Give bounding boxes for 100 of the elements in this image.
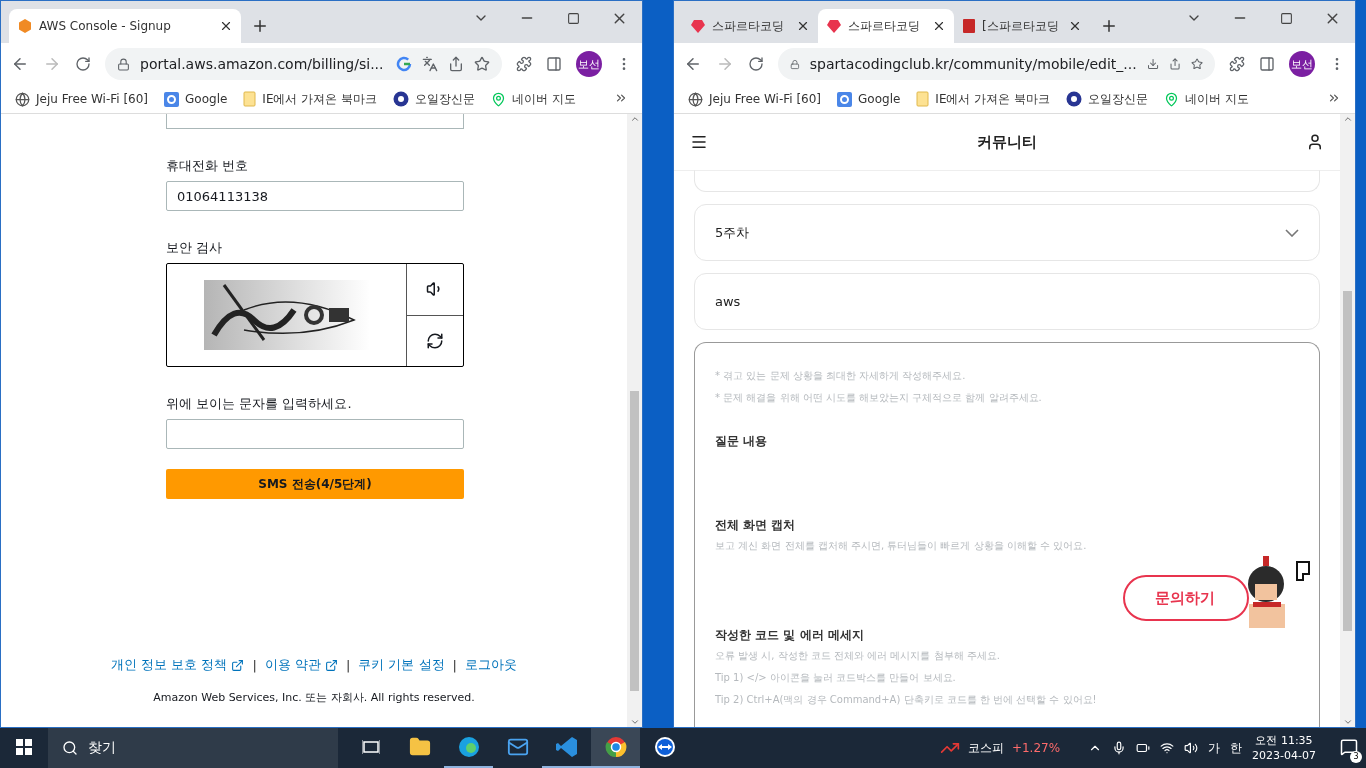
translate-icon[interactable]: [422, 56, 438, 72]
extensions-icon[interactable]: [516, 56, 532, 72]
phone-field[interactable]: 01064113138: [166, 181, 464, 211]
separator: |: [452, 657, 457, 673]
profile-avatar[interactable]: 보선: [576, 51, 602, 77]
separator: |: [252, 657, 257, 673]
bookmark[interactable]: 네이버 지도: [491, 90, 576, 108]
search-field[interactable]: 찾기: [48, 728, 338, 768]
globe-icon: [688, 91, 703, 107]
week-select[interactable]: 5주차: [694, 204, 1320, 261]
field-label: 보안 검사: [166, 239, 224, 257]
close-tab-icon[interactable]: [219, 19, 233, 33]
hint-text: * 문제 해결을 위해 어떤 시도를 해보았는지 구체적으로 함께 알려주세요.: [715, 391, 1043, 405]
side-panel-icon[interactable]: [1259, 56, 1275, 72]
notification-count: 3: [1350, 750, 1362, 763]
hint-text: * 겪고 있는 문제 상황을 최대한 자세하게 작성해주세요.: [715, 369, 967, 383]
book-icon: [962, 18, 976, 34]
inquiry-button[interactable]: 문의하기: [1123, 575, 1249, 621]
download-icon[interactable]: [1146, 56, 1159, 72]
user-icon[interactable]: [1306, 133, 1324, 151]
scroll-up-icon[interactable]: [629, 114, 640, 124]
google-icon[interactable]: [396, 56, 412, 72]
footer-link[interactable]: 개인 정보 보호 정책: [111, 656, 245, 674]
clock[interactable]: 오전 11:35 2023-04-07: [1252, 733, 1316, 763]
submit-button[interactable]: SMS 전송(4/5단계): [166, 469, 464, 499]
captcha-field[interactable]: [166, 419, 464, 449]
scroll-down-icon[interactable]: [629, 717, 640, 727]
profile-avatar[interactable]: 보선: [1289, 51, 1315, 77]
bookmark[interactable]: IE에서 가져온 북마크: [916, 90, 1051, 108]
map-pin-icon: [491, 91, 507, 107]
close-tab-icon[interactable]: [932, 19, 946, 33]
language-indicator[interactable]: 한: [1230, 739, 1243, 757]
maximize-icon[interactable]: [1279, 11, 1293, 25]
section-heading: 전체 화면 캡처: [715, 517, 797, 534]
guide-text: 보고 계신 화면 전체를 캡처해 주시면, 튜터님들이 빠르게 상황을 이해할 수 있어요.: [715, 539, 1088, 553]
folder-icon[interactable]: [408, 736, 431, 758]
extensions-icon[interactable]: [1229, 56, 1245, 72]
footer-link[interactable]: 로그아웃: [465, 656, 517, 674]
wifi-icon[interactable]: [1160, 741, 1175, 755]
task-view-icon[interactable]: [361, 739, 380, 755]
bookmark[interactable]: Jeju Free Wi-Fi [60]: [15, 91, 149, 107]
code-editor-icon[interactable]: [555, 736, 578, 758]
side-panel-icon[interactable]: [546, 56, 562, 72]
bookmark[interactable]: 오일장신문: [393, 90, 476, 108]
menu-icon[interactable]: [690, 133, 708, 151]
address-bar[interactable]: spartacodingclub.kr/community/mobile/edit_...: [778, 48, 1215, 80]
text-field[interactable]: [166, 114, 464, 129]
back-icon[interactable]: [11, 55, 29, 73]
reload-icon[interactable]: [748, 56, 764, 72]
battery-icon[interactable]: [1136, 741, 1151, 755]
search-icon: [62, 740, 78, 756]
google-icon: [164, 91, 180, 107]
bookmark[interactable]: 네이버 지도: [1164, 90, 1249, 108]
reload-icon[interactable]: [75, 56, 91, 72]
footer-link[interactable]: 이용 약관: [264, 656, 338, 674]
seal-icon: [393, 91, 410, 107]
back-icon[interactable]: [684, 55, 702, 73]
volume-icon[interactable]: [1184, 741, 1199, 755]
new-tab-icon[interactable]: [251, 17, 269, 35]
share-icon[interactable]: [1168, 56, 1181, 72]
close-tab-icon[interactable]: [796, 19, 810, 33]
scrollbar-thumb[interactable]: [630, 390, 639, 691]
browser-tab[interactable]: 스파르타코딩: [818, 9, 954, 43]
browser-tab[interactable]: AWS Console - Signup: [9, 9, 241, 43]
mail-icon[interactable]: [506, 736, 529, 758]
input-mode-indicator[interactable]: 가: [1208, 739, 1221, 757]
map-pin-icon: [1164, 91, 1180, 107]
browser-tab[interactable]: [스파르타코딩: [954, 9, 1090, 43]
chevron-down-icon: [1285, 228, 1299, 237]
bookmark[interactable]: IE에서 가져온 북마크: [243, 90, 378, 108]
cube-icon: [17, 18, 33, 34]
bookmark-star-icon[interactable]: [1190, 56, 1203, 72]
maximize-icon[interactable]: [566, 11, 580, 25]
windows-icon: [16, 739, 32, 755]
bookmark-star-icon[interactable]: [474, 56, 490, 72]
section-heading: 작성한 코드 및 에러 메세지: [715, 627, 865, 644]
microphone-icon[interactable]: [1112, 741, 1127, 755]
chrome-icon[interactable]: [604, 736, 627, 758]
bookmark[interactable]: Jeju Free Wi-Fi [60]: [688, 91, 822, 107]
scrollbar-thumb[interactable]: [1343, 290, 1352, 631]
stock-widget[interactable]: 코스피 +1.27%: [939, 738, 1061, 758]
page-title: 커뮤니티: [977, 132, 1037, 152]
title-field[interactable]: aws: [694, 273, 1320, 330]
refresh-icon: [426, 331, 444, 350]
close-tab-icon[interactable]: [1068, 19, 1082, 33]
new-tab-icon[interactable]: [1100, 17, 1118, 35]
remote-control-icon[interactable]: [653, 736, 676, 758]
browser-tab[interactable]: 스파르타코딩: [682, 9, 818, 43]
guide-text: Tip 1) </> 아이콘을 눌러 코드박스를 만들어 보세요.: [715, 671, 957, 685]
scroll-up-icon[interactable]: [1342, 114, 1353, 124]
separator: |: [345, 657, 351, 673]
lock-icon: [790, 57, 800, 71]
scroll-down-icon[interactable]: [1342, 717, 1353, 727]
bookmark[interactable]: Google: [837, 91, 901, 107]
browser-icon[interactable]: [457, 736, 480, 758]
bookmark[interactable]: Google: [164, 91, 228, 107]
address-bar[interactable]: portal.aws.amazon.com/billing/si...: [105, 48, 502, 80]
bookmark[interactable]: 오일장신문: [1066, 90, 1149, 108]
share-icon[interactable]: [448, 56, 464, 72]
footer-link[interactable]: 쿠키 기본 설정: [358, 656, 445, 674]
